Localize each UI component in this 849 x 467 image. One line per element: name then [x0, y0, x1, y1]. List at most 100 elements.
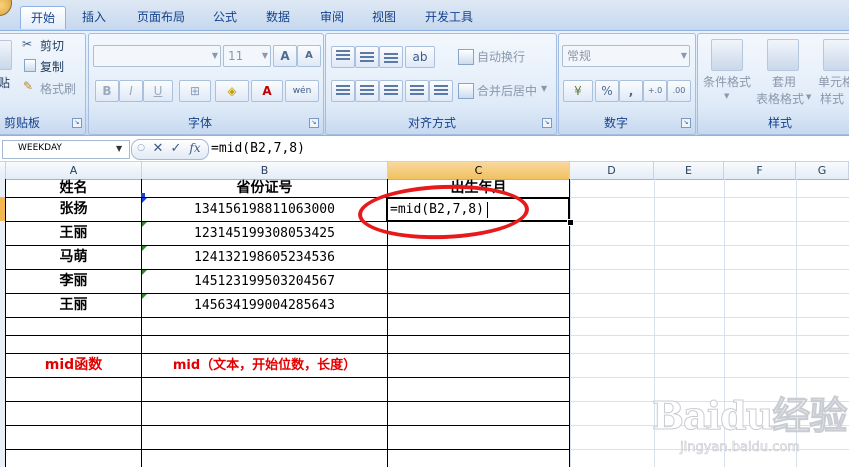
increase-decimal-button[interactable]: +.0	[643, 80, 667, 102]
align-middle-button[interactable]	[355, 46, 379, 68]
tab-review[interactable]: 审阅	[310, 6, 354, 28]
format-painter-button[interactable]: 格式刷	[40, 80, 76, 97]
italic-button[interactable]: I	[119, 80, 143, 102]
chevron-down-icon[interactable]: ▼	[541, 84, 547, 93]
formula-bar-handle-icon[interactable]: ○	[134, 139, 148, 158]
grow-font-button[interactable]: A	[273, 45, 297, 67]
font-size-combo[interactable]: 11 ▼	[223, 45, 271, 67]
cell-name[interactable]: 张扬	[6, 198, 141, 221]
tab-view[interactable]: 视图	[362, 6, 406, 28]
tab-developer[interactable]: 开发工具	[414, 6, 484, 28]
paste-icon[interactable]	[0, 40, 12, 70]
number-format-combo[interactable]: 常规 ▼	[562, 45, 690, 67]
clipboard-group-title: 剪贴板	[3, 116, 40, 130]
cell-styles-label[interactable]: 样式	[820, 90, 844, 107]
tab-formulas[interactable]: 公式	[203, 6, 247, 28]
error-indicator-icon[interactable]	[142, 198, 147, 203]
column-header-b[interactable]: B	[142, 162, 388, 179]
table-border	[5, 335, 570, 336]
column-header-f[interactable]: F	[724, 162, 796, 179]
align-bottom-button[interactable]	[379, 46, 403, 68]
cell-styles-icon	[823, 39, 849, 71]
comma-style-button[interactable]: ,	[619, 80, 643, 102]
phonetic-guide-button[interactable]: wén	[285, 80, 319, 102]
bold-button[interactable]: B	[95, 80, 119, 102]
column-header-d[interactable]: D	[570, 162, 654, 179]
clipboard-dialog-launcher[interactable]: ↘	[72, 118, 82, 128]
font-color-button[interactable]: A	[251, 80, 283, 102]
tab-insert[interactable]: 插入	[72, 6, 116, 28]
tab-home[interactable]: 开始	[20, 6, 66, 29]
cell-id[interactable]: 145123199503204567	[142, 270, 387, 293]
error-indicator-icon[interactable]	[142, 222, 147, 227]
cell-id[interactable]: 134156198811063000	[142, 198, 387, 221]
wrap-text-button[interactable]: 自动换行	[477, 48, 525, 65]
scissors-icon: ✂	[22, 37, 33, 51]
merge-center-button[interactable]: 合并后居中	[477, 82, 537, 99]
enter-icon[interactable]: ✓	[168, 139, 184, 158]
paste-button-label[interactable]: 贴	[0, 74, 10, 91]
header-cell-name[interactable]: 姓名	[6, 179, 141, 197]
decrease-decimal-button[interactable]: .00	[667, 80, 691, 102]
cell-name[interactable]: 李丽	[6, 270, 141, 293]
font-dialog-launcher[interactable]: ↘	[309, 118, 319, 128]
column-header-g[interactable]: G	[796, 162, 849, 179]
format-as-table-icon	[767, 39, 799, 71]
cell-id[interactable]: 124132198605234536	[142, 246, 387, 269]
fill-handle[interactable]	[567, 219, 574, 226]
format-as-table-button[interactable]: 套用	[772, 73, 796, 90]
cancel-icon[interactable]: ✕	[150, 139, 166, 158]
table-border	[5, 317, 570, 318]
error-indicator-icon[interactable]	[142, 246, 147, 251]
fill-color-button[interactable]: ◈	[215, 80, 249, 102]
currency-button[interactable]: ¥	[563, 80, 593, 102]
alignment-group-title: 对齐方式	[407, 116, 456, 130]
cell-id[interactable]: 123145199308053425	[142, 222, 387, 245]
gridline	[570, 221, 849, 222]
format-as-table-label[interactable]: 表格格式	[756, 90, 804, 107]
copy-button[interactable]: 复制	[40, 58, 64, 75]
align-right-button[interactable]	[379, 80, 403, 102]
conditional-format-icon	[711, 39, 743, 71]
align-left-button[interactable]	[331, 80, 355, 102]
error-indicator-icon[interactable]	[142, 294, 147, 299]
percent-button[interactable]: %	[595, 80, 619, 102]
header-cell-id[interactable]: 省份证号	[142, 179, 387, 197]
gridline	[570, 335, 849, 336]
align-top-button[interactable]	[331, 46, 355, 68]
chevron-down-icon[interactable]: ▼	[116, 140, 122, 157]
formula-input[interactable]: =mid(B2,7,8)	[211, 139, 305, 159]
cell-name[interactable]: 王丽	[6, 222, 141, 245]
tab-page-layout[interactable]: 页面布局	[128, 6, 194, 28]
increase-indent-button[interactable]	[429, 80, 453, 102]
column-header-a[interactable]: A	[6, 162, 142, 179]
orientation-button[interactable]: ab	[405, 46, 435, 68]
cell-styles-button[interactable]: 单元格	[818, 73, 849, 90]
cell-name[interactable]: 马萌	[6, 246, 141, 269]
gridline	[570, 269, 849, 270]
gridline	[570, 197, 849, 198]
cell-name[interactable]: 王丽	[6, 294, 141, 317]
mid-syntax-text[interactable]: mid（文本，开始位数，长度）	[142, 354, 387, 377]
column-header-c[interactable]: C	[388, 162, 570, 179]
chevron-down-icon: ▼	[680, 51, 687, 60]
align-center-button[interactable]	[355, 80, 379, 102]
styles-group-title: 样式	[767, 116, 792, 130]
shrink-font-button[interactable]: A	[297, 45, 321, 67]
decrease-indent-button[interactable]	[405, 80, 429, 102]
font-size-value: 11	[228, 49, 244, 63]
cell-id[interactable]: 145634199004285643	[142, 294, 387, 317]
error-indicator-icon[interactable]	[142, 270, 147, 275]
mid-function-label[interactable]: mid函数	[6, 354, 141, 377]
tab-data[interactable]: 数据	[256, 6, 300, 28]
conditional-format-button[interactable]: 条件格式	[703, 73, 751, 90]
underline-button[interactable]: U	[143, 80, 173, 102]
alignment-dialog-launcher[interactable]: ↘	[542, 118, 552, 128]
column-header-e[interactable]: E	[654, 162, 724, 179]
font-name-combo[interactable]: ▼	[93, 45, 221, 67]
borders-button[interactable]: ⊞	[179, 80, 211, 102]
insert-function-icon[interactable]: fx	[186, 139, 204, 158]
gridline	[570, 293, 849, 294]
number-dialog-launcher[interactable]: ↘	[681, 118, 691, 128]
cut-button[interactable]: 剪切	[40, 37, 64, 54]
